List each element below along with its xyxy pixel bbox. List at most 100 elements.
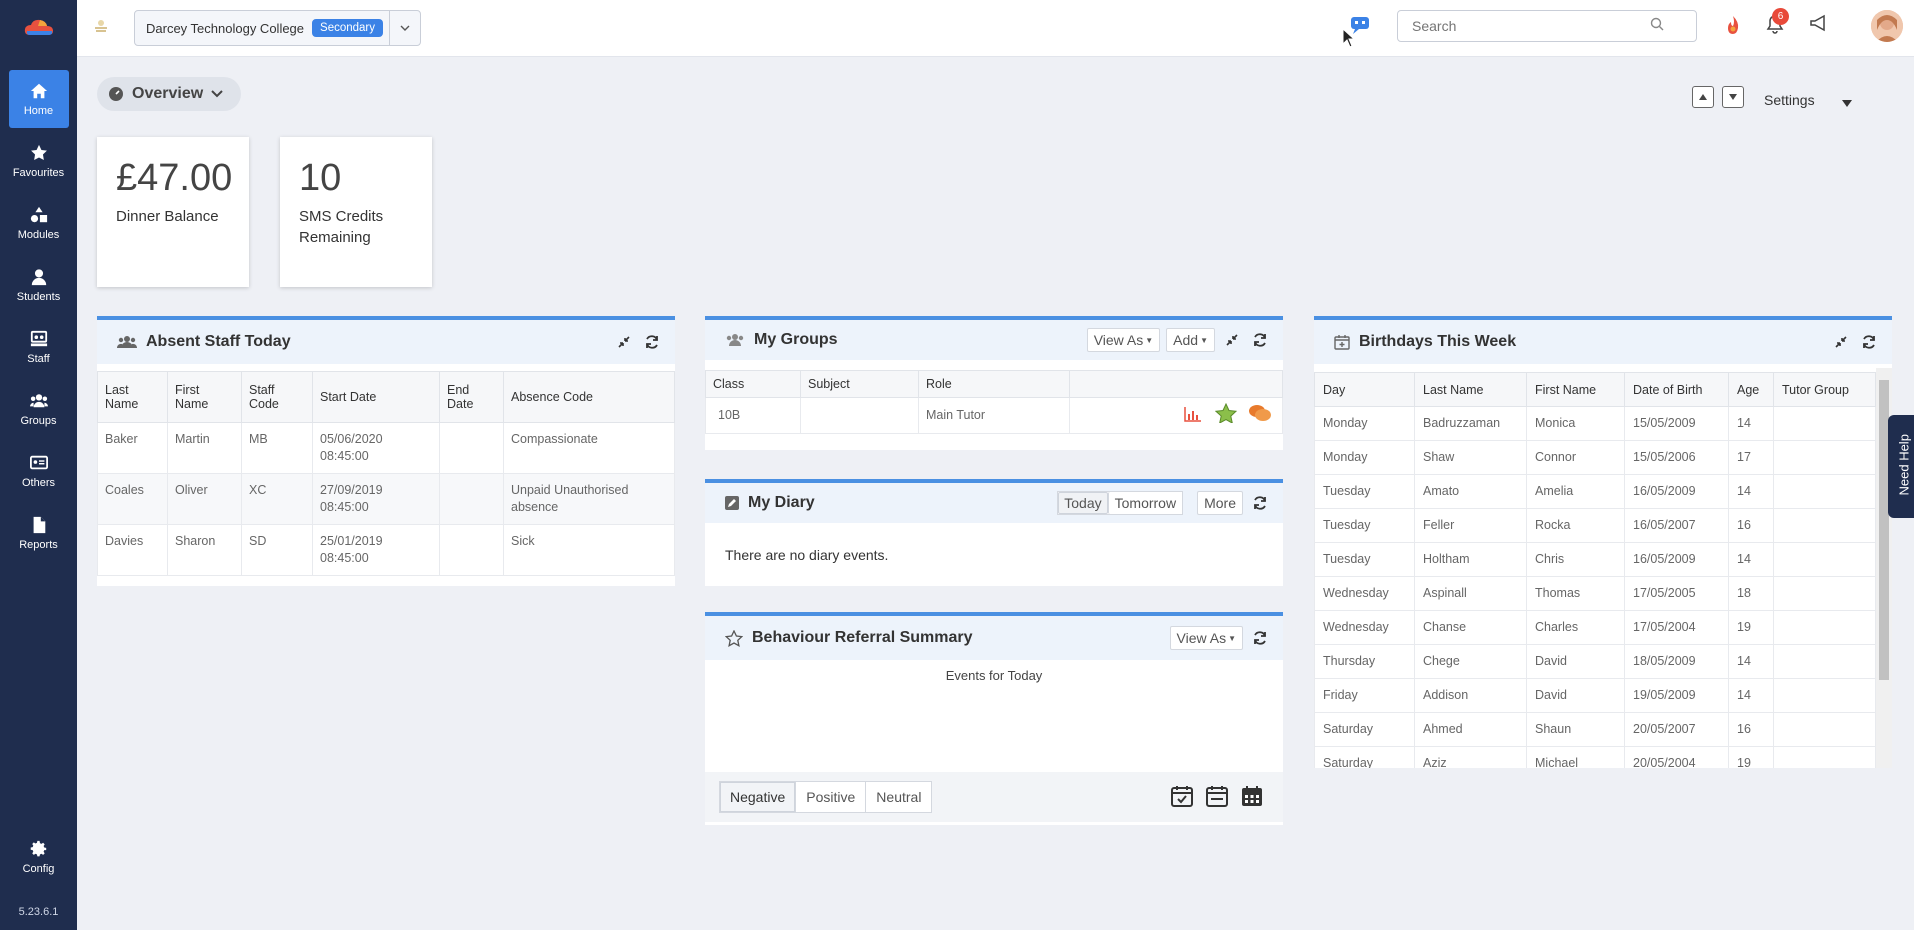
collapse-icon[interactable]: [1221, 329, 1243, 351]
table-row[interactable]: Baker Martin MB 05/06/2020 08:45:00 Compassi…: [97, 422, 675, 474]
table-cell: Amelia: [1526, 474, 1625, 509]
calendar-week-icon[interactable]: [1205, 784, 1229, 811]
table-row[interactable]: Monday Shaw Connor 15/05/2006 17: [1314, 440, 1876, 475]
sidebar-item-staff[interactable]: Staff: [9, 318, 69, 376]
megaphone-icon[interactable]: [1809, 14, 1829, 35]
today-button[interactable]: Today: [1058, 492, 1108, 514]
tab-neutral[interactable]: Neutral: [866, 782, 931, 812]
tab-positive[interactable]: Positive: [796, 782, 867, 812]
column-header[interactable]: Date of Birth: [1624, 372, 1729, 407]
refresh-icon[interactable]: [1249, 492, 1271, 514]
move-down-button[interactable]: [1722, 86, 1744, 108]
collapse-icon[interactable]: [1830, 331, 1852, 353]
table-cell: Coales: [97, 473, 168, 525]
refresh-icon[interactable]: [1249, 329, 1271, 351]
menu-toggle-icon[interactable]: [93, 18, 109, 37]
sidebar-item-others[interactable]: Others: [9, 442, 69, 500]
table-cell: XC: [241, 473, 313, 525]
column-header[interactable]: Last Name: [97, 371, 168, 423]
search-icon[interactable]: [1650, 17, 1664, 34]
sidebar-item-favourites[interactable]: Favourites: [9, 132, 69, 190]
sidebar-item-students[interactable]: Students: [9, 256, 69, 314]
overview-dashboard-selector[interactable]: Overview: [97, 77, 241, 111]
flame-icon[interactable]: [1723, 14, 1743, 39]
panel-title: Behaviour Referral Summary: [752, 629, 973, 646]
calendar-month-icon[interactable]: [1240, 784, 1264, 811]
view-as-dropdown[interactable]: View As ▼: [1169, 626, 1243, 650]
table-row[interactable]: Coales Oliver XC 27/09/2019 08:45:00 Unpaid …: [97, 473, 675, 525]
column-header[interactable]: Start Date: [312, 371, 440, 423]
kpi-dinner-balance[interactable]: £47.00 Dinner Balance: [97, 137, 249, 287]
comments-icon[interactable]: [1248, 403, 1272, 428]
column-header: [1069, 370, 1283, 398]
column-header[interactable]: Role: [918, 370, 1070, 398]
table-cell: [439, 473, 504, 525]
caret-down-icon[interactable]: [1842, 95, 1852, 110]
table-row[interactable]: Friday Addison David 19/05/2009 14: [1314, 678, 1876, 713]
move-up-button[interactable]: [1692, 86, 1714, 108]
more-button[interactable]: More: [1197, 491, 1243, 515]
column-header[interactable]: First Name: [1526, 372, 1625, 407]
sidebar-item-modules[interactable]: Modules: [9, 194, 69, 252]
gear-icon: [30, 840, 46, 856]
kpi-sms-credits[interactable]: 10 SMS Credits Remaining: [280, 137, 432, 287]
table-row[interactable]: Wednesday Aspinall Thomas 17/05/2005 18: [1314, 576, 1876, 611]
column-header[interactable]: Age: [1728, 372, 1774, 407]
column-header[interactable]: Last Name: [1414, 372, 1527, 407]
top-bar: Darcey Technology College Secondary 6: [77, 0, 1914, 57]
column-header[interactable]: Day: [1314, 372, 1415, 407]
table-row[interactable]: Tuesday Holtham Chris 16/05/2009 14: [1314, 542, 1876, 577]
add-dropdown[interactable]: Add ▼: [1166, 328, 1215, 352]
table-cell: Davies: [97, 524, 168, 576]
table-row[interactable]: Tuesday Feller Rocka 16/05/2007 16: [1314, 508, 1876, 543]
notification-count-badge: 6: [1772, 8, 1789, 25]
table-row[interactable]: Saturday Aziz Michael 20/05/2004 19: [1314, 746, 1876, 768]
table-cell: Baker: [97, 422, 168, 474]
sidebar-item-label: Config: [22, 862, 55, 875]
table-cell: [1773, 678, 1876, 713]
table-row[interactable]: 10B Main Tutor: [705, 397, 1283, 434]
sidebar-item-config[interactable]: Config: [9, 828, 69, 886]
settings-dropdown[interactable]: Settings: [1764, 92, 1815, 108]
table-row[interactable]: Tuesday Amato Amelia 16/05/2009 14: [1314, 474, 1876, 509]
users-icon: [726, 334, 744, 346]
table-cell[interactable]: 10B: [705, 397, 801, 434]
table-cell: Saturday: [1314, 712, 1415, 747]
column-header[interactable]: Staff Code: [241, 371, 313, 423]
column-header[interactable]: End Date: [439, 371, 504, 423]
bar-chart-icon[interactable]: [1183, 405, 1203, 428]
table-cell: Thursday: [1314, 644, 1415, 679]
table-row[interactable]: Monday Badruzzaman Monica 15/05/2009 14: [1314, 406, 1876, 441]
table-cell: [1773, 406, 1876, 441]
calendar-day-icon[interactable]: [1170, 784, 1194, 811]
collapse-icon[interactable]: [613, 331, 635, 353]
table-row[interactable]: Saturday Ahmed Shaun 20/05/2007 16: [1314, 712, 1876, 747]
app-logo[interactable]: [0, 0, 77, 56]
chevron-down-icon[interactable]: [389, 11, 420, 45]
column-header[interactable]: Subject: [800, 370, 919, 398]
tab-negative[interactable]: Negative: [720, 782, 797, 812]
column-header[interactable]: Absence Code: [503, 371, 675, 423]
absent-staff-table: Last Name First Name Staff Code Start Date E…: [97, 371, 675, 576]
column-header[interactable]: First Name: [167, 371, 242, 423]
need-help-tab[interactable]: Need Help: [1888, 415, 1914, 518]
sidebar-item-reports[interactable]: Reports: [9, 504, 69, 562]
sidebar-item-home[interactable]: Home: [8, 70, 69, 128]
table-row[interactable]: Davies Sharon SD 25/01/2019 08:45:00 Sick: [97, 524, 675, 576]
refresh-icon[interactable]: [1249, 627, 1271, 649]
column-header[interactable]: Class: [705, 370, 801, 398]
star-award-icon[interactable]: [1214, 402, 1237, 428]
view-as-dropdown[interactable]: View As ▼: [1086, 328, 1161, 352]
table-row[interactable]: Wednesday Chanse Charles 17/05/2004 19: [1314, 610, 1876, 645]
tomorrow-button[interactable]: Tomorrow: [1107, 492, 1183, 514]
user-avatar[interactable]: [1871, 10, 1903, 42]
table-cell: [1773, 746, 1876, 768]
table-cell: Charles: [1526, 610, 1625, 645]
refresh-icon[interactable]: [641, 331, 663, 353]
table-cell: [439, 524, 504, 576]
table-row[interactable]: Thursday Chege David 18/05/2009 14: [1314, 644, 1876, 679]
sidebar-item-groups[interactable]: Groups: [9, 380, 69, 438]
column-header[interactable]: Tutor Group: [1773, 372, 1876, 407]
school-selector[interactable]: Darcey Technology College Secondary: [134, 10, 421, 46]
refresh-icon[interactable]: [1858, 331, 1880, 353]
